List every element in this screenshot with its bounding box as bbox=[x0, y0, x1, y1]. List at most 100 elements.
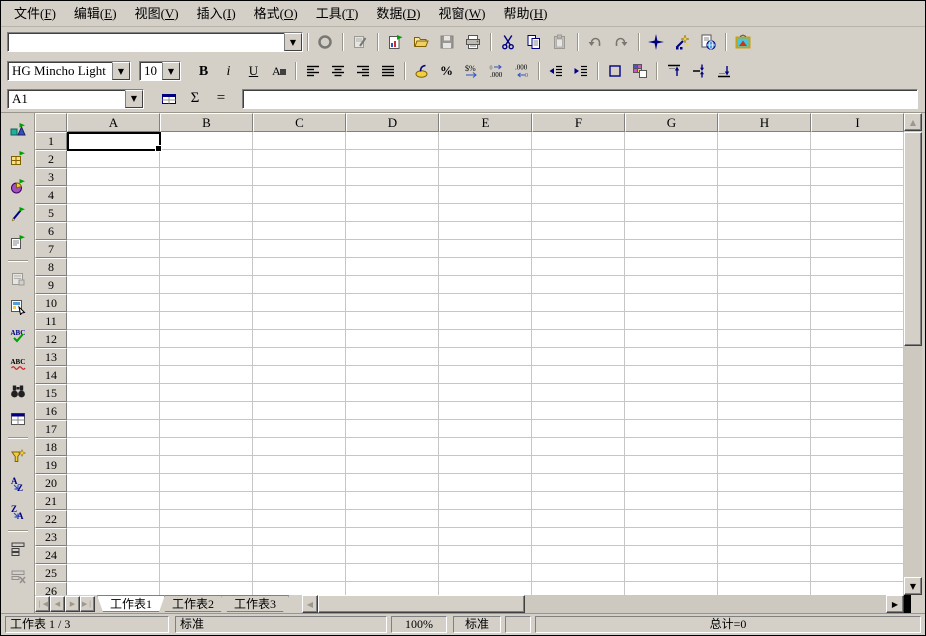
row-header-15[interactable]: 15 bbox=[35, 384, 67, 402]
row-header-25[interactable]: 25 bbox=[35, 564, 67, 582]
group-button[interactable] bbox=[4, 535, 32, 563]
last-sheet-button[interactable]: ▶❘ bbox=[80, 596, 95, 612]
chevron-down-icon[interactable]: ▼ bbox=[162, 62, 180, 80]
url-combobox[interactable]: ▼ bbox=[7, 32, 303, 52]
save-button[interactable] bbox=[434, 29, 460, 55]
navigator-button[interactable] bbox=[643, 29, 669, 55]
sum-button[interactable]: Σ bbox=[182, 86, 208, 112]
row-header-4[interactable]: 4 bbox=[35, 186, 67, 204]
row-header-23[interactable]: 23 bbox=[35, 528, 67, 546]
paste-button[interactable] bbox=[547, 29, 573, 55]
decrease-indent-button[interactable] bbox=[543, 59, 568, 83]
print-button[interactable] bbox=[460, 29, 486, 55]
scrollbar-split-handle[interactable] bbox=[904, 595, 911, 613]
row-header-20[interactable]: 20 bbox=[35, 474, 67, 492]
sort-descending-button[interactable]: ZA bbox=[4, 498, 32, 526]
sheet-tab-3[interactable]: 工作表3 bbox=[221, 595, 289, 612]
column-header-H[interactable]: H bbox=[718, 113, 811, 132]
column-header-C[interactable]: C bbox=[253, 113, 346, 132]
currency-format-button[interactable] bbox=[409, 59, 434, 83]
column-header-I[interactable]: I bbox=[811, 113, 904, 132]
borders-button[interactable] bbox=[602, 59, 627, 83]
scroll-up-button[interactable]: ▲ bbox=[904, 113, 922, 131]
stop-button[interactable] bbox=[312, 29, 338, 55]
autofilter-button[interactable] bbox=[4, 442, 32, 470]
align-top-button[interactable] bbox=[661, 59, 686, 83]
find-replace-button[interactable] bbox=[4, 377, 32, 405]
fill-handle[interactable] bbox=[155, 145, 162, 152]
menu-insert[interactable]: 插入(I) bbox=[188, 2, 245, 26]
next-sheet-button[interactable]: ▶ bbox=[65, 596, 80, 612]
horizontal-scrollbar[interactable]: ◀ ▶ bbox=[302, 595, 904, 613]
insert-cells-button[interactable] bbox=[4, 144, 32, 172]
redo-button[interactable] bbox=[608, 29, 634, 55]
column-header-A[interactable]: A bbox=[67, 113, 160, 132]
align-center-button[interactable] bbox=[325, 59, 350, 83]
first-sheet-button[interactable]: ❘◀ bbox=[35, 596, 50, 612]
row-header-8[interactable]: 8 bbox=[35, 258, 67, 276]
column-header-G[interactable]: G bbox=[625, 113, 718, 132]
font-name-combobox[interactable]: HG Mincho Light ▼ bbox=[7, 61, 131, 81]
chevron-down-icon[interactable]: ▼ bbox=[112, 62, 130, 80]
bold-button[interactable]: B bbox=[191, 59, 216, 83]
export-web-button[interactable] bbox=[695, 29, 721, 55]
underline-button[interactable]: U bbox=[241, 59, 266, 83]
new-document-button[interactable] bbox=[382, 29, 408, 55]
autopilot-button[interactable] bbox=[669, 29, 695, 55]
gallery-button[interactable] bbox=[730, 29, 756, 55]
copy-button[interactable] bbox=[521, 29, 547, 55]
column-header-E[interactable]: E bbox=[439, 113, 532, 132]
align-justify-button[interactable] bbox=[375, 59, 400, 83]
sheet-tab-2[interactable]: 工作表2 bbox=[159, 595, 227, 612]
row-header-11[interactable]: 11 bbox=[35, 312, 67, 330]
menu-tools[interactable]: 工具(T) bbox=[307, 2, 368, 26]
row-header-14[interactable]: 14 bbox=[35, 366, 67, 384]
row-header-21[interactable]: 21 bbox=[35, 492, 67, 510]
row-header-3[interactable]: 3 bbox=[35, 168, 67, 186]
menu-edit[interactable]: 编辑(E) bbox=[65, 2, 126, 26]
align-left-button[interactable] bbox=[300, 59, 325, 83]
auto-spellcheck-button[interactable]: ABC bbox=[4, 349, 32, 377]
italic-button[interactable]: i bbox=[216, 59, 241, 83]
row-header-5[interactable]: 5 bbox=[35, 204, 67, 222]
row-header-17[interactable]: 17 bbox=[35, 420, 67, 438]
select-all-corner[interactable] bbox=[35, 113, 67, 132]
row-header-24[interactable]: 24 bbox=[35, 546, 67, 564]
active-cell-selection[interactable] bbox=[67, 132, 161, 151]
row-header-10[interactable]: 10 bbox=[35, 294, 67, 312]
function-wizard-button[interactable] bbox=[156, 86, 182, 112]
open-button[interactable] bbox=[408, 29, 434, 55]
vertical-scrollbar[interactable]: ▲ ▼ bbox=[904, 113, 922, 595]
row-header-12[interactable]: 12 bbox=[35, 330, 67, 348]
row-header-9[interactable]: 9 bbox=[35, 276, 67, 294]
vertical-scroll-thumb[interactable] bbox=[904, 132, 922, 346]
horizontal-scroll-thumb[interactable] bbox=[318, 595, 525, 613]
sheet-tab-1[interactable]: 工作表1 bbox=[97, 595, 165, 612]
draw-functions-button[interactable] bbox=[4, 200, 32, 228]
add-decimal-button[interactable]: 0.000 bbox=[484, 59, 509, 83]
undo-button[interactable] bbox=[582, 29, 608, 55]
row-header-22[interactable]: 22 bbox=[35, 510, 67, 528]
insert-object-button[interactable] bbox=[4, 116, 32, 144]
row-header-7[interactable]: 7 bbox=[35, 240, 67, 258]
form-functions-button[interactable] bbox=[4, 228, 32, 256]
data-sources-button[interactable] bbox=[4, 405, 32, 433]
cell-reference-combobox[interactable]: A1 ▼ bbox=[7, 89, 144, 109]
edit-file-button[interactable] bbox=[347, 29, 373, 55]
sort-ascending-button[interactable]: AZ bbox=[4, 470, 32, 498]
row-header-1[interactable]: 1 bbox=[35, 132, 67, 150]
background-color-button[interactable] bbox=[627, 59, 652, 83]
spellcheck-button[interactable]: ABC bbox=[4, 321, 32, 349]
menu-help[interactable]: 帮助(H) bbox=[494, 2, 556, 26]
font-color-button[interactable]: A bbox=[266, 59, 291, 83]
scroll-down-button[interactable]: ▼ bbox=[904, 577, 922, 595]
previous-sheet-button[interactable]: ◀ bbox=[50, 596, 65, 612]
menu-view[interactable]: 视图(V) bbox=[126, 2, 188, 26]
row-header-19[interactable]: 19 bbox=[35, 456, 67, 474]
choose-themes-button[interactable] bbox=[4, 293, 32, 321]
row-header-13[interactable]: 13 bbox=[35, 348, 67, 366]
row-header-16[interactable]: 16 bbox=[35, 402, 67, 420]
row-header-26[interactable]: 26 bbox=[35, 582, 67, 595]
cell-area[interactable] bbox=[67, 132, 904, 595]
row-header-18[interactable]: 18 bbox=[35, 438, 67, 456]
